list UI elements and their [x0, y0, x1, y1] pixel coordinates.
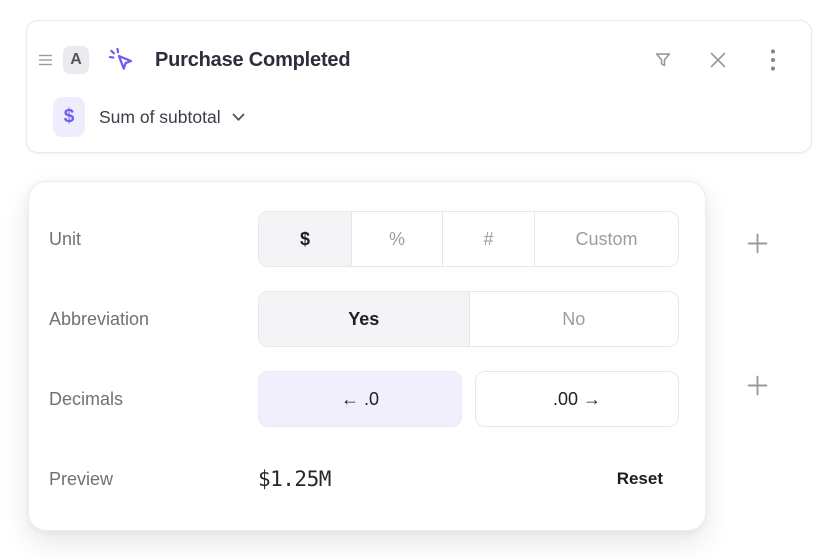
decimals-row: Decimals ← .0 .00 →	[49, 371, 679, 427]
preview-row: Preview $1.25M Reset	[49, 451, 679, 507]
abbreviation-label: Abbreviation	[49, 309, 258, 330]
click-event-icon	[106, 44, 138, 76]
unit-option-custom[interactable]: Custom	[534, 212, 678, 266]
abbreviation-option-yes[interactable]: Yes	[259, 292, 469, 346]
series-badge: A	[63, 46, 89, 74]
add-button-bottom[interactable]	[742, 370, 772, 400]
abbreviation-segmented-control: Yes No	[258, 291, 679, 347]
decimals-control: ← .0 .00 →	[258, 371, 679, 427]
preview-label: Preview	[49, 469, 258, 490]
kebab-icon	[770, 48, 776, 72]
preview-value: $1.25M	[258, 467, 331, 491]
metric-label: Sum of subtotal	[99, 107, 221, 128]
decrease-decimals-button[interactable]: ← .0	[258, 371, 462, 427]
format-panel: Unit $ % # Custom Abbreviation Yes No De…	[28, 181, 706, 531]
chevron-down-icon	[232, 113, 245, 122]
close-button[interactable]	[706, 48, 730, 72]
increase-decimals-button[interactable]: .00 →	[475, 371, 679, 427]
unit-option-number[interactable]: #	[442, 212, 534, 266]
event-card-header: A Purchase Completed	[27, 32, 811, 88]
close-icon	[708, 50, 728, 70]
reset-button[interactable]: Reset	[617, 469, 663, 489]
filter-button[interactable]	[651, 48, 675, 72]
unit-option-dollar[interactable]: $	[259, 212, 351, 266]
dollar-metric-icon: $	[53, 97, 85, 137]
metric-row: $ Sum of subtotal	[27, 97, 811, 137]
abbreviation-row: Abbreviation Yes No	[49, 291, 679, 347]
event-card: A Purchase Completed	[26, 20, 812, 153]
unit-row: Unit $ % # Custom	[49, 211, 679, 267]
decimals-label: Decimals	[49, 389, 258, 410]
filter-icon	[652, 49, 674, 71]
unit-option-percent[interactable]: %	[351, 212, 442, 266]
more-options-button[interactable]	[761, 48, 785, 72]
plus-icon	[746, 374, 769, 397]
unit-label: Unit	[49, 229, 258, 250]
metric-selector[interactable]: Sum of subtotal	[99, 107, 245, 128]
unit-segmented-control: $ % # Custom	[258, 211, 679, 267]
drag-handle-icon[interactable]	[34, 48, 56, 72]
plus-icon	[746, 232, 769, 255]
abbreviation-option-no[interactable]: No	[469, 292, 679, 346]
event-title[interactable]: Purchase Completed	[155, 49, 350, 72]
add-button-top[interactable]	[742, 228, 772, 258]
